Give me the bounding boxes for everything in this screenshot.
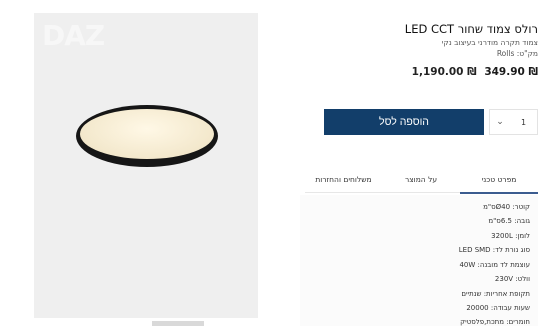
- spec-lumen: לומן: 3200L: [491, 232, 530, 240]
- spec-lifetime: שעות עבודה: 20000: [466, 304, 530, 312]
- spec-power: עוצמת לד מובנה: 40W: [459, 261, 530, 269]
- product-subtitle: צמוד תקרה מודרני בעיצוב נקי: [441, 38, 538, 47]
- spec-warranty: תקופת אחריות: שנתיים: [461, 290, 530, 298]
- product-sku: מק"ט: Rolls: [496, 49, 538, 58]
- spec-height: גובה: 6.5ס"מ: [488, 217, 530, 225]
- chevron-down-icon[interactable]: ⌄: [490, 117, 510, 127]
- spec-materials: חומרים: מתכת,פלסטיק: [460, 318, 530, 326]
- price-block: ₪ 349.90 ₪ 1,190.00: [412, 66, 538, 78]
- tab-about-product[interactable]: על המוצר: [382, 170, 460, 192]
- spec-list: קוטר: Ø40ס"מ גובה: 6.5ס"מ לומן: 3200L סו…: [300, 195, 538, 326]
- add-to-cart-button[interactable]: הוספה לסל: [324, 109, 484, 135]
- quantity-selector[interactable]: ⌄ 1: [489, 109, 538, 135]
- gallery-thumbnail[interactable]: [152, 321, 204, 326]
- original-price: ₪ 1,190.00: [411, 66, 477, 78]
- product-tabs: מפרט טכני על המוצר משלוחים והחזרות: [305, 170, 538, 194]
- sale-price: ₪ 349.90: [484, 66, 538, 78]
- spec-led-type: סוג נורת לד: LED SMD: [458, 246, 530, 254]
- lamp-diffuser: [80, 109, 214, 159]
- spec-diameter: קוטר: Ø40ס"מ: [483, 203, 530, 211]
- product-image[interactable]: DAZ: [34, 13, 258, 318]
- product-title: רולס צמוד שחור LED CCT: [404, 22, 538, 36]
- tab-shipping-returns[interactable]: משלוחים והחזרות: [305, 170, 382, 192]
- tab-tech-spec[interactable]: מפרט טכני: [460, 170, 538, 194]
- quantity-value: 1: [520, 117, 527, 127]
- spec-voltage: וולט: 230V: [494, 275, 530, 283]
- ceiling-lamp-image: [76, 105, 218, 167]
- brand-watermark: DAZ: [42, 19, 105, 52]
